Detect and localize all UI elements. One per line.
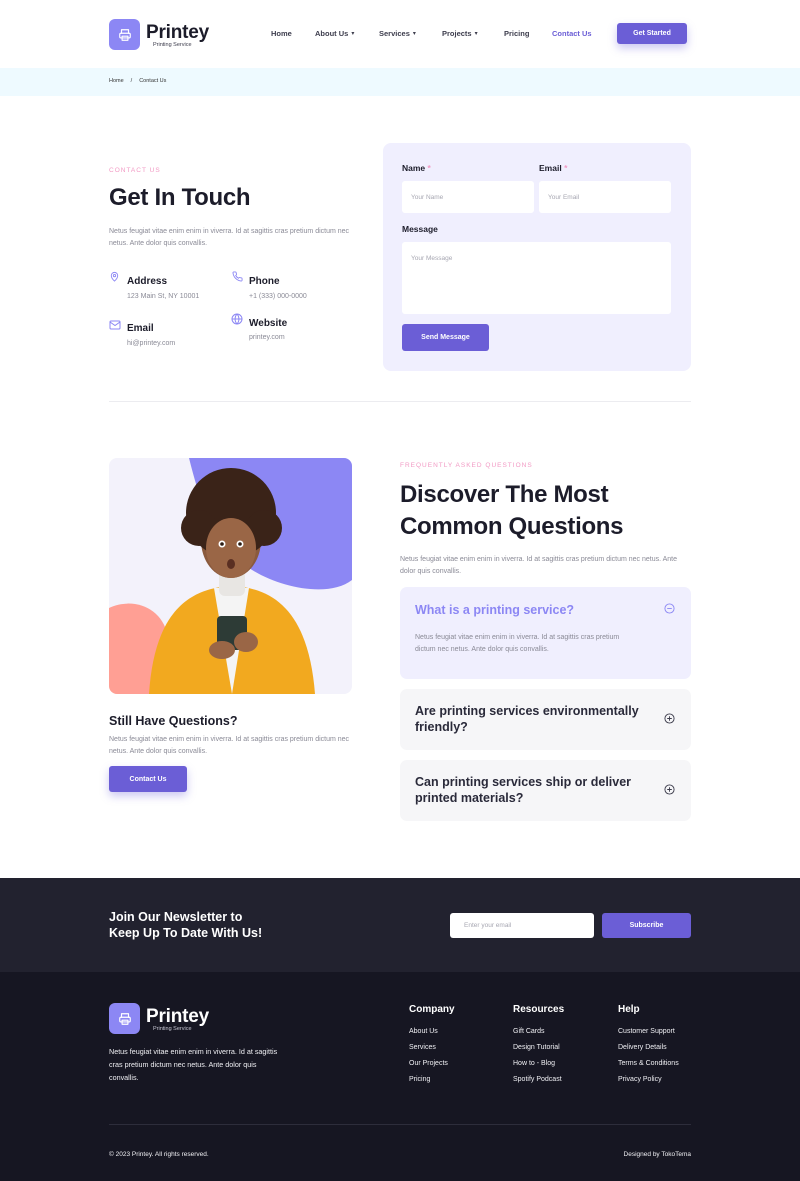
contact-us-button[interactable]: Contact Us — [109, 766, 187, 792]
printer-icon — [109, 19, 140, 50]
footer-col-help: Help Customer Support Delivery Details T… — [618, 1004, 679, 1083]
breadcrumb-separator: / — [130, 78, 133, 84]
address-title: Address — [127, 276, 168, 287]
faq-item[interactable]: Are printing services environmentally fr… — [400, 689, 691, 750]
plus-circle-icon[interactable] — [664, 713, 675, 724]
nav-label: Home — [271, 29, 292, 38]
footer-link[interactable]: How to - Blog — [513, 1060, 564, 1067]
phone-icon — [232, 271, 243, 282]
nav-home[interactable]: Home — [271, 29, 292, 38]
faq-question: Can printing services ship or deliver pr… — [415, 775, 632, 805]
faq-item[interactable]: What is a printing service? Netus feugia… — [400, 587, 691, 679]
footer-description: Netus feugiat vitae enim enim in viverra… — [109, 1047, 278, 1082]
footer-link[interactable]: Privacy Policy — [618, 1076, 679, 1083]
message-field[interactable]: Your Message — [402, 242, 671, 314]
nav-label: Pricing — [504, 29, 530, 38]
footer-link[interactable]: Services — [409, 1044, 455, 1051]
faq-question: Are printing services environmentally fr… — [415, 704, 639, 734]
email-field[interactable]: Your Email — [539, 181, 671, 213]
get-started-button[interactable]: Get Started — [617, 23, 687, 44]
footer-divider — [109, 1124, 691, 1125]
nav-projects[interactable]: Projects ▾ — [442, 29, 478, 38]
chevron-down-icon: ▾ — [474, 31, 478, 37]
footer-col-resources: Resources Gift Cards Design Tutorial How… — [513, 1004, 564, 1083]
still-questions-title: Still Have Questions? — [109, 714, 238, 728]
phone-title: Phone — [249, 276, 280, 287]
contact-description: Netus feugiat vitae enim enim in viverra… — [109, 228, 350, 247]
footer-link[interactable]: Delivery Details — [618, 1044, 679, 1051]
website-title: Website — [249, 318, 288, 329]
footer-link[interactable]: Design Tutorial — [513, 1044, 564, 1051]
site-footer: Printey Printing Service Netus feugiat v… — [0, 972, 800, 1181]
faq-photo — [109, 458, 352, 694]
address-value: 123 Main St, NY 10001 — [127, 293, 200, 300]
printer-icon — [109, 1003, 140, 1034]
chevron-down-icon: ▾ — [351, 31, 355, 37]
subscribe-button[interactable]: Subscribe — [602, 913, 691, 938]
breadcrumb: Home / Contact Us — [0, 68, 800, 96]
nav-label: Projects — [442, 29, 472, 38]
send-message-button[interactable]: Send Message — [402, 324, 489, 351]
contact-form: Name * Email * Your Name Your Email Mess… — [383, 143, 691, 371]
faq-description: Netus feugiat vitae enim enim in viverra… — [400, 556, 678, 575]
email-value[interactable]: hi@printey.com — [127, 340, 175, 347]
nav-pricing[interactable]: Pricing — [504, 29, 529, 38]
nav-about[interactable]: About Us ▾ — [315, 29, 354, 38]
copyright-text: © 2023 Printey. All rights reserved. — [109, 1151, 209, 1158]
chevron-down-icon: ▾ — [412, 31, 416, 37]
footer-link[interactable]: Our Projects — [409, 1060, 455, 1067]
email-label: Email * — [539, 163, 568, 173]
site-header: Printey Printing Service Home About Us ▾ … — [0, 0, 800, 68]
email-title: Email — [127, 323, 154, 334]
faq-title-line2: Common Questions — [400, 513, 624, 540]
footer-link[interactable]: Gift Cards — [513, 1028, 564, 1035]
newsletter-title-line1: Join Our Newsletter to — [109, 910, 243, 924]
contact-title: Get In Touch — [109, 184, 251, 211]
website-value[interactable]: printey.com — [249, 334, 285, 341]
footer-link[interactable]: Customer Support — [618, 1028, 679, 1035]
nav-label: Contact Us — [552, 29, 592, 38]
nav-label: Services — [379, 29, 410, 38]
footer-link[interactable]: About Us — [409, 1028, 455, 1035]
footer-link[interactable]: Spotify Podcast — [513, 1076, 564, 1083]
brand-name: Printey — [146, 21, 210, 43]
brand-logo[interactable]: Printey Printing Service — [109, 19, 209, 50]
newsletter-title-line2: Keep Up To Date With Us! — [109, 926, 263, 940]
faq-eyebrow: FREQUENTLY ASKED QUESTIONS — [400, 462, 533, 469]
phone-value[interactable]: +1 (333) 000-0000 — [249, 293, 307, 300]
footer-col-title: Help — [618, 1004, 640, 1015]
mail-icon — [109, 320, 121, 330]
newsletter-title: Join Our Newsletter to Keep Up To Date W… — [109, 909, 262, 941]
faq-item[interactable]: Can printing services ship or deliver pr… — [400, 760, 691, 821]
globe-icon — [231, 313, 243, 325]
message-label: Message — [402, 224, 438, 234]
footer-logo[interactable]: Printey Printing Service — [109, 1003, 209, 1034]
designer-credit[interactable]: Designed by TokoTema — [624, 1151, 691, 1158]
newsletter-section: Join Our Newsletter to Keep Up To Date W… — [0, 878, 800, 972]
breadcrumb-home[interactable]: Home — [109, 78, 124, 84]
still-questions-text: Netus feugiat vitae enim enim in viverra… — [109, 736, 350, 755]
faq-answer: Netus feugiat vitae enim enim in viverra… — [415, 634, 620, 653]
faq-question: What is a printing service? — [415, 603, 575, 617]
name-field[interactable]: Your Name — [402, 181, 534, 213]
nav-services[interactable]: Services ▾ — [379, 29, 416, 38]
name-label: Name * — [402, 163, 431, 173]
plus-circle-icon[interactable] — [664, 784, 675, 795]
nav-label: About Us — [315, 29, 349, 38]
footer-brand-name: Printey — [146, 1005, 210, 1027]
footer-link[interactable]: Pricing — [409, 1076, 455, 1083]
minus-circle-icon[interactable] — [664, 603, 675, 614]
footer-col-title: Resources — [513, 1004, 565, 1015]
contact-eyebrow: CONTACT US — [109, 167, 161, 174]
faq-title: Discover The Most Common Questions — [400, 479, 624, 543]
faq-title-line1: Discover The Most — [400, 481, 609, 508]
nav-contact[interactable]: Contact Us — [552, 29, 592, 38]
footer-col-title: Company — [409, 1004, 455, 1015]
footer-col-company: Company About Us Services Our Projects P… — [409, 1004, 455, 1083]
section-divider — [109, 401, 691, 402]
map-pin-icon — [109, 271, 120, 282]
newsletter-email-input[interactable]: Enter your email — [450, 913, 594, 938]
breadcrumb-current: Contact Us — [139, 78, 167, 84]
footer-link[interactable]: Terms & Conditions — [618, 1060, 679, 1067]
